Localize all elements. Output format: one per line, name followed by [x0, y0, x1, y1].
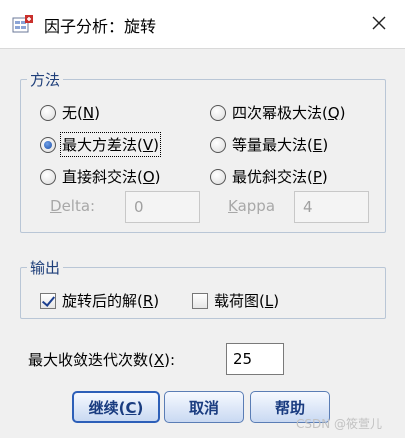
delta-input[interactable]: 0: [125, 191, 200, 223]
kappa-label: Kappa: [228, 197, 276, 215]
radio-promax-label: 最优斜交法(P): [232, 168, 328, 186]
cancel-button[interactable]: 取消: [164, 391, 244, 423]
delta-label: Delta:: [50, 197, 96, 215]
radio-promax-control[interactable]: [210, 168, 226, 185]
radio-quartimax-label: 四次幂极大法(Q): [232, 104, 346, 122]
radio-oblimin-control[interactable]: [40, 168, 56, 185]
method-legend: 方法: [30, 71, 61, 89]
radio-none[interactable]: 无(N): [40, 102, 100, 123]
radio-equamax[interactable]: 等量最大法(E): [210, 134, 328, 155]
radio-oblimin[interactable]: 直接斜交法(O): [40, 166, 161, 187]
spss-app-icon: [12, 15, 33, 33]
kappa-input[interactable]: 4: [294, 191, 369, 223]
checkbox-rotated-solution-control[interactable]: [40, 292, 56, 309]
dialog-body: 方法 无(N) 最大方差法(V) 直接斜交法(O) 四次幂极大法(Q) 等量最大…: [0, 48, 405, 438]
output-legend: 输出: [30, 259, 61, 277]
radio-oblimin-label: 直接斜交法(O): [62, 168, 161, 186]
watermark: CSDN @筱萱儿: [296, 417, 383, 431]
checkbox-rotated-solution[interactable]: 旋转后的解(R): [40, 290, 159, 311]
radio-quartimax[interactable]: 四次幂极大法(Q): [210, 102, 346, 123]
radio-varimax[interactable]: 最大方差法(V): [40, 132, 161, 157]
title-bar: 因子分析：旋转: [0, 0, 405, 48]
radio-promax[interactable]: 最优斜交法(P): [210, 166, 328, 187]
max-iterations-input[interactable]: 25: [226, 343, 284, 375]
continue-button[interactable]: 继续(C): [72, 391, 160, 423]
radio-equamax-label: 等量最大法(E): [232, 136, 329, 154]
radio-none-control[interactable]: [40, 104, 56, 121]
radio-varimax-label: 最大方差法(V): [60, 132, 161, 157]
radio-varimax-control[interactable]: [40, 136, 56, 153]
max-iterations-label: 最大收敛迭代次数(X):: [28, 351, 176, 369]
checkbox-rotated-solution-label: 旋转后的解(R): [62, 292, 160, 310]
close-icon[interactable]: [368, 12, 390, 34]
radio-quartimax-control[interactable]: [210, 104, 226, 121]
continue-button-label: 继续(C): [88, 398, 144, 417]
checkbox-loading-plot[interactable]: 载荷图(L): [192, 290, 279, 311]
radio-equamax-control[interactable]: [210, 136, 226, 153]
radio-none-label: 无(N): [62, 104, 100, 122]
window-title: 因子分析：旋转: [44, 17, 157, 36]
checkbox-loading-plot-label: 载荷图(L): [214, 292, 280, 310]
checkbox-loading-plot-control[interactable]: [192, 292, 208, 309]
